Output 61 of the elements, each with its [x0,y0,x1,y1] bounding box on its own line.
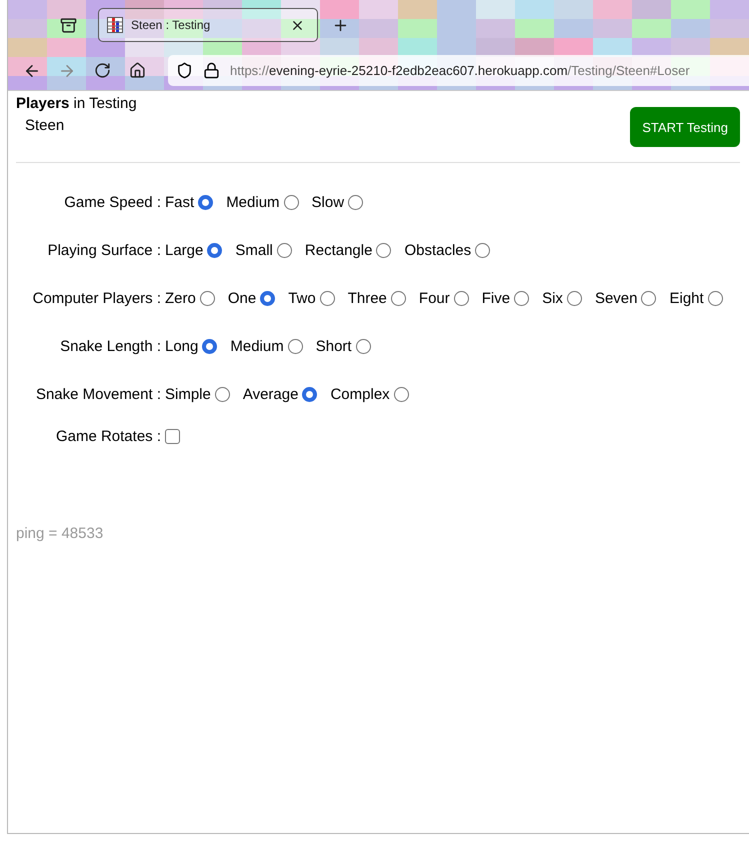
setting-label: Snake Movement : [34,386,162,403]
radio-button[interactable] [288,339,303,354]
option-label: Six [542,290,563,307]
option-label: Two [288,290,316,307]
radio-button[interactable] [348,195,364,210]
radio-button[interactable] [200,291,215,306]
start-button[interactable]: START Testing [630,107,740,147]
browser-tab[interactable]: Steen : Testing [98,8,318,42]
setting-label: Game Rotates : [54,428,162,445]
radio-button[interactable] [276,243,292,258]
option-label: Eight [669,290,704,307]
option-label: One [228,290,256,307]
radio-button[interactable] [356,339,371,354]
option-label: Three [348,290,387,307]
option-label: Medium [226,194,280,211]
grid-favicon-icon [107,17,123,33]
radio-button[interactable] [394,387,409,402]
setting-label: Snake Length : [59,338,162,355]
setting-label: Game Speed : [63,194,162,211]
tab-title: Steen : Testing [131,18,212,32]
radio-button[interactable] [566,291,582,306]
checkbox[interactable] [165,429,180,444]
radio-button[interactable] [202,339,218,354]
lock-icon [203,62,220,79]
radio-button[interactable] [284,195,299,210]
option-label: Complex [330,386,390,403]
option-label: Large [165,242,204,259]
option-label: Short [316,338,352,355]
setting-label: Playing Surface : [46,242,162,259]
option-label: Medium [230,338,284,355]
radio-button[interactable] [514,291,530,306]
ping-text: ping = 48533 [16,525,104,542]
option-label: Four [418,290,450,307]
option-label: Rectangle [304,242,372,259]
address-field[interactable]: https://evening-eyrie-25210-f2edb2eac607.herokuapp.com/Testing/Steen#Loser [168,55,749,86]
option-label: Slow [312,194,344,211]
option-label: Obstacles [404,242,472,259]
radio-button[interactable] [454,291,469,306]
radio-button[interactable] [198,195,214,210]
radio-button[interactable] [260,291,276,306]
option-label: Five [482,290,510,307]
option-label: Small [235,242,273,259]
radio-button[interactable] [320,291,335,306]
shield-icon [176,62,193,79]
option-label: Seven [594,290,638,307]
radio-button[interactable] [475,243,490,258]
option-label: Simple [165,386,211,403]
option-label: Long [165,338,198,355]
radio-button[interactable] [390,291,406,306]
setting-label: Computer Players : [32,290,162,307]
radio-button[interactable] [302,387,318,402]
radio-button[interactable] [376,243,392,258]
option-label: Fast [165,194,194,211]
option-label: Zero [165,290,196,307]
radio-button[interactable] [214,387,230,402]
radio-button[interactable] [641,291,656,306]
option-label: Average [242,386,298,403]
radio-button[interactable] [207,243,222,258]
player-name: Steen [25,117,66,134]
radio-button[interactable] [708,291,723,306]
page-title: Players in Testing [16,95,137,112]
